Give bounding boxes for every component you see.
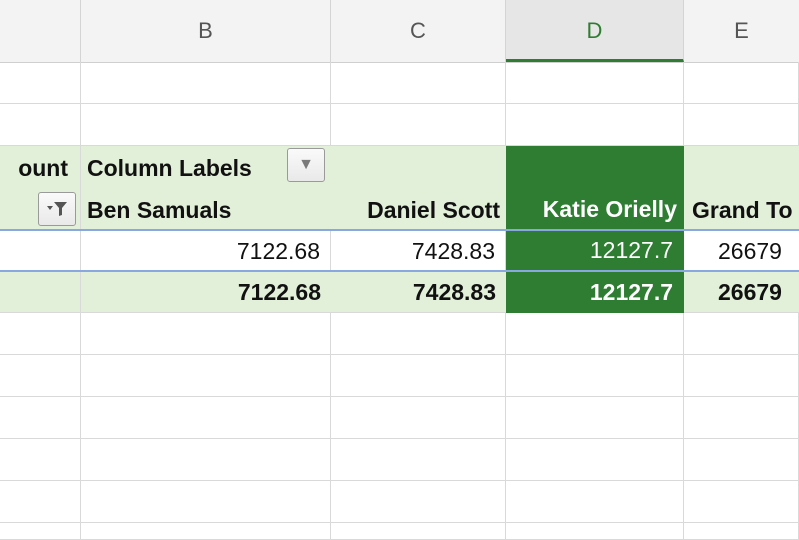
spreadsheet: B C D E ount Column Labels ▼ Ben Samuals… [0,0,799,540]
cell-d2[interactable] [506,104,684,146]
pivot-total-katie[interactable]: 12127.7 [506,272,684,313]
cell-d11[interactable] [506,481,684,523]
pivot-header-e[interactable] [684,146,799,190]
cell-b12[interactable] [81,523,331,540]
pivot-total-row-label[interactable] [0,272,81,313]
cell-a1[interactable] [0,62,81,104]
pivot-name-daniel[interactable]: Daniel Scott [331,190,506,230]
pivot-name-ben[interactable]: Ben Samuals [81,190,331,230]
cell-a8[interactable] [0,355,81,397]
cell-b1[interactable] [81,62,331,104]
row-labels-filter-button[interactable] [38,192,76,226]
column-header-c[interactable]: C [331,0,506,62]
column-header-e[interactable]: E [684,0,799,62]
cell-c12[interactable] [331,523,506,540]
column-header-b[interactable]: B [81,0,331,62]
cell-c11[interactable] [331,481,506,523]
cell-c9[interactable] [331,397,506,439]
cell-e10[interactable] [684,439,799,481]
column-labels-dropdown-button[interactable]: ▼ [287,148,325,182]
cell-a10[interactable] [0,439,81,481]
cell-e1[interactable] [684,62,799,104]
cell-b7[interactable] [81,313,331,355]
cell-c10[interactable] [331,439,506,481]
cell-d7[interactable] [506,313,684,355]
column-labels-title: Column Labels [87,154,252,181]
cell-b10[interactable] [81,439,331,481]
cell-b8[interactable] [81,355,331,397]
pivot-header-d[interactable] [506,146,684,190]
cell-a9[interactable] [0,397,81,439]
pivot-value-ben[interactable]: 7122.68 [81,231,331,271]
pivot-name-grand-total[interactable]: Grand To [684,190,799,230]
pivot-name-katie[interactable]: Katie Orielly [506,190,684,230]
cell-d12[interactable] [506,523,684,540]
cell-a12[interactable] [0,523,81,540]
pivot-total-daniel[interactable]: 7428.83 [331,272,506,313]
pivot-value-header[interactable]: ount [0,146,81,190]
cell-d10[interactable] [506,439,684,481]
column-header-row: B C D E [0,0,799,63]
cell-c8[interactable] [331,355,506,397]
filter-icon [47,202,67,216]
cell-e11[interactable] [684,481,799,523]
pivot-header-c[interactable] [331,146,506,190]
column-header-a[interactable] [0,0,81,62]
cell-c1[interactable] [331,62,506,104]
cell-d9[interactable] [506,397,684,439]
cell-d1[interactable] [506,62,684,104]
cell-b2[interactable] [81,104,331,146]
dropdown-arrow-icon: ▼ [298,156,314,173]
cell-d8[interactable] [506,355,684,397]
cell-c7[interactable] [331,313,506,355]
pivot-total-ben[interactable]: 7122.68 [81,272,331,313]
pivot-value-row-label[interactable] [0,231,81,271]
pivot-value-grand-total[interactable]: 26679 [684,231,799,271]
cell-e9[interactable] [684,397,799,439]
cell-c2[interactable] [331,104,506,146]
cell-e2[interactable] [684,104,799,146]
pivot-value-daniel[interactable]: 7428.83 [331,231,506,271]
cell-b9[interactable] [81,397,331,439]
pivot-total-grand-total[interactable]: 26679 [684,272,799,313]
cell-e12[interactable] [684,523,799,540]
cell-e7[interactable] [684,313,799,355]
cell-a7[interactable] [0,313,81,355]
pivot-value-katie[interactable]: 12127.7 [506,231,684,271]
cell-e8[interactable] [684,355,799,397]
cell-a11[interactable] [0,481,81,523]
cell-b11[interactable] [81,481,331,523]
cell-a2[interactable] [0,104,81,146]
column-header-d[interactable]: D [506,0,684,62]
